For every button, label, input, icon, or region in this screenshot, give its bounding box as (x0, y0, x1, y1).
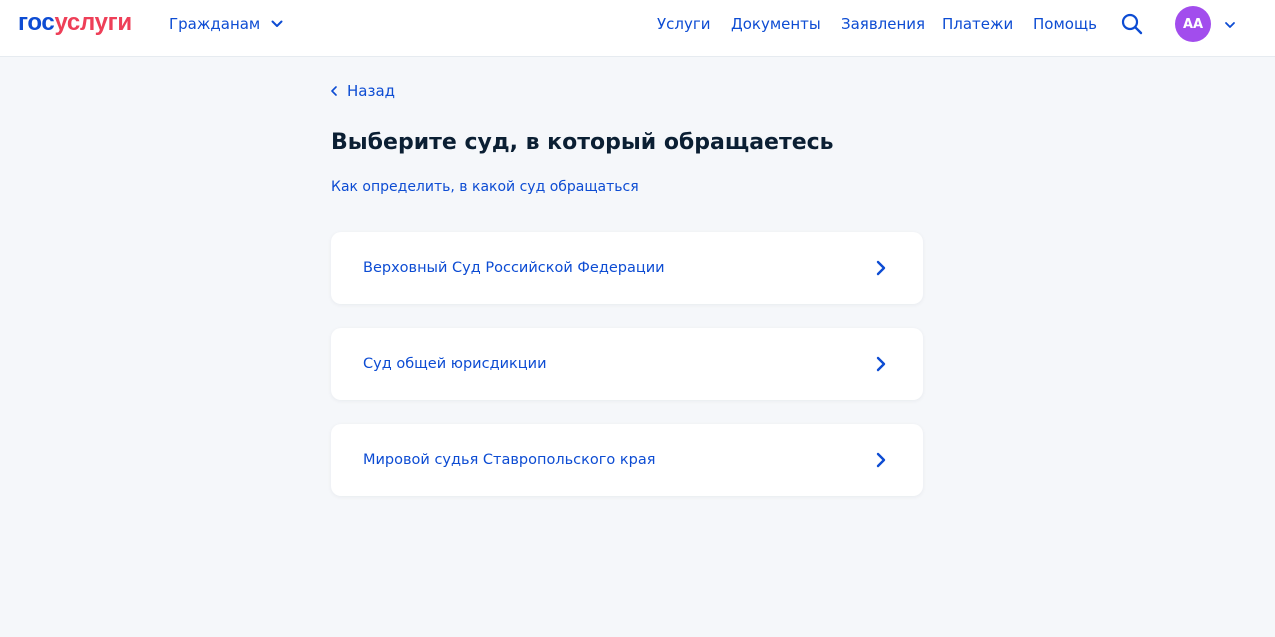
court-option-label: Верховный Суд Российской Федерации (363, 260, 665, 276)
nav-help[interactable]: Помощь (1033, 14, 1097, 34)
nav-documents[interactable]: Документы (731, 14, 821, 34)
chevron-right-icon (875, 354, 887, 374)
court-option-supreme[interactable]: Верховный Суд Российской Федерации (331, 232, 923, 304)
audience-label: Гражданам (169, 15, 261, 33)
chevron-right-icon (875, 450, 887, 470)
search-icon[interactable] (1120, 12, 1144, 36)
back-label: Назад (347, 82, 396, 100)
chevron-down-icon[interactable] (1223, 17, 1237, 31)
top-header: госуслуги Гражданам Услуги Документы Зая… (0, 0, 1275, 57)
court-option-magistrate[interactable]: Мировой судья Ставропольского края (331, 424, 923, 496)
back-link[interactable]: Назад (331, 81, 395, 101)
avatar-initials: АА (1182, 16, 1204, 32)
logo-part-gos: гос (18, 9, 55, 36)
page-title: Выберите суд, в который обращаетесь (331, 130, 834, 155)
chevron-down-icon (271, 20, 283, 28)
logo-part-uslugi: услуги (54, 9, 132, 36)
nav-applications[interactable]: Заявления (841, 14, 925, 34)
user-avatar[interactable]: АА (1175, 6, 1211, 42)
court-option-label: Суд общей юрисдикции (363, 356, 547, 372)
court-option-label: Мировой судья Ставропольского края (363, 452, 656, 468)
chevron-right-icon (875, 258, 887, 278)
gosuslugi-logo[interactable]: госуслуги (18, 9, 132, 37)
nav-services[interactable]: Услуги (657, 14, 710, 34)
audience-dropdown[interactable]: Гражданам (169, 14, 283, 34)
court-option-general[interactable]: Суд общей юрисдикции (331, 328, 923, 400)
court-help-link[interactable]: Как определить, в какой суд обращаться (331, 177, 639, 197)
nav-payments[interactable]: Платежи (942, 14, 1013, 34)
chevron-left-icon (331, 86, 337, 96)
